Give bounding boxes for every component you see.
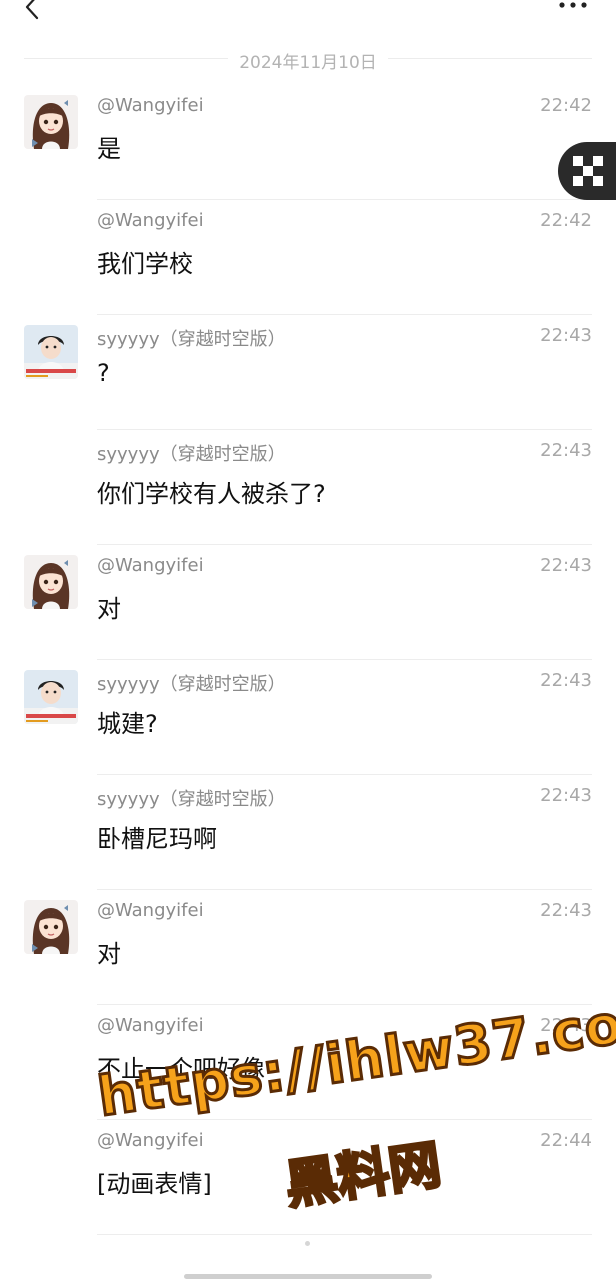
sender-name[interactable]: @Wangyifei xyxy=(97,555,204,576)
message-text[interactable]: ? xyxy=(97,359,110,387)
boy-avatar xyxy=(24,325,78,379)
message-text[interactable]: 你们学校有人被杀了? xyxy=(97,474,326,509)
message-time: 22:43 xyxy=(540,900,592,921)
sender-name[interactable]: syyyyy（穿越时空版） xyxy=(97,785,286,811)
message-item[interactable]: @Wangyifei 22:43 对 xyxy=(0,545,616,660)
date-label: 2024年11月10日 xyxy=(239,53,377,73)
more-horizontal-icon[interactable] xyxy=(558,0,590,12)
girl-avatar xyxy=(24,900,78,954)
message-item[interactable]: syyyyy（穿越时空版） 22:43 城建? xyxy=(0,660,616,775)
date-divider: 2024年11月10日 xyxy=(0,46,616,73)
message-time: 22:43 xyxy=(540,555,592,576)
message-item[interactable]: @Wangyifei 22:43 对 xyxy=(0,890,616,1005)
avatar[interactable] xyxy=(24,325,78,379)
message-item[interactable]: @Wangyifei 22:44 [动画表情] xyxy=(0,1120,616,1235)
sender-name[interactable]: @Wangyifei xyxy=(97,95,204,116)
sender-name[interactable]: @Wangyifei xyxy=(97,210,204,231)
message-time: 22:43 xyxy=(540,785,592,806)
message-item[interactable]: @Wangyifei 22:42 是 xyxy=(0,85,616,200)
avatar[interactable] xyxy=(24,670,78,724)
girl-avatar xyxy=(24,95,78,149)
qr-scan-icon xyxy=(573,156,603,186)
sender-name[interactable]: @Wangyifei xyxy=(97,900,204,921)
message-text[interactable]: 我们学校 xyxy=(97,244,193,279)
message-item[interactable]: @Wangyifei 22:42 我们学校 xyxy=(0,200,616,315)
message-item[interactable]: syyyyy（穿越时空版） 22:43 卧槽尼玛啊 xyxy=(0,775,616,890)
message-time: 22:43 xyxy=(540,670,592,691)
page-indicator-dot xyxy=(305,1241,310,1246)
message-text[interactable]: [动画表情] xyxy=(97,1164,212,1199)
message-separator xyxy=(97,1234,592,1235)
message-time: 22:43 xyxy=(540,1015,592,1036)
chevron-left-icon[interactable] xyxy=(22,0,42,22)
message-text[interactable]: 对 xyxy=(97,589,121,624)
home-indicator[interactable] xyxy=(184,1274,432,1279)
message-time: 22:43 xyxy=(540,440,592,461)
avatar[interactable] xyxy=(24,555,78,609)
sender-name[interactable]: @Wangyifei xyxy=(97,1130,204,1151)
top-bar xyxy=(0,0,616,30)
message-item[interactable]: syyyyy（穿越时空版） 22:43 ? xyxy=(0,315,616,430)
message-text[interactable]: 对 xyxy=(97,934,121,969)
message-time: 22:42 xyxy=(540,95,592,116)
boy-avatar xyxy=(24,670,78,724)
message-time: 22:42 xyxy=(540,210,592,231)
sender-name[interactable]: syyyyy（穿越时空版） xyxy=(97,440,286,466)
message-text[interactable]: 是 xyxy=(97,129,121,164)
sender-name[interactable]: syyyyy（穿越时空版） xyxy=(97,670,286,696)
message-time: 22:43 xyxy=(540,325,592,346)
message-text[interactable]: 卧槽尼玛啊 xyxy=(97,819,217,854)
avatar[interactable] xyxy=(24,95,78,149)
sender-name[interactable]: @Wangyifei xyxy=(97,1015,204,1036)
message-text[interactable]: 不止一个吧好像 xyxy=(97,1049,265,1084)
message-item[interactable]: @Wangyifei 22:43 不止一个吧好像 xyxy=(0,1005,616,1120)
message-text[interactable]: 城建? xyxy=(97,704,158,739)
avatar[interactable] xyxy=(24,900,78,954)
floating-scan-button[interactable] xyxy=(558,142,616,200)
message-time: 22:44 xyxy=(540,1130,592,1151)
sender-name[interactable]: syyyyy（穿越时空版） xyxy=(97,325,286,351)
message-item[interactable]: syyyyy（穿越时空版） 22:43 你们学校有人被杀了? xyxy=(0,430,616,545)
girl-avatar xyxy=(24,555,78,609)
